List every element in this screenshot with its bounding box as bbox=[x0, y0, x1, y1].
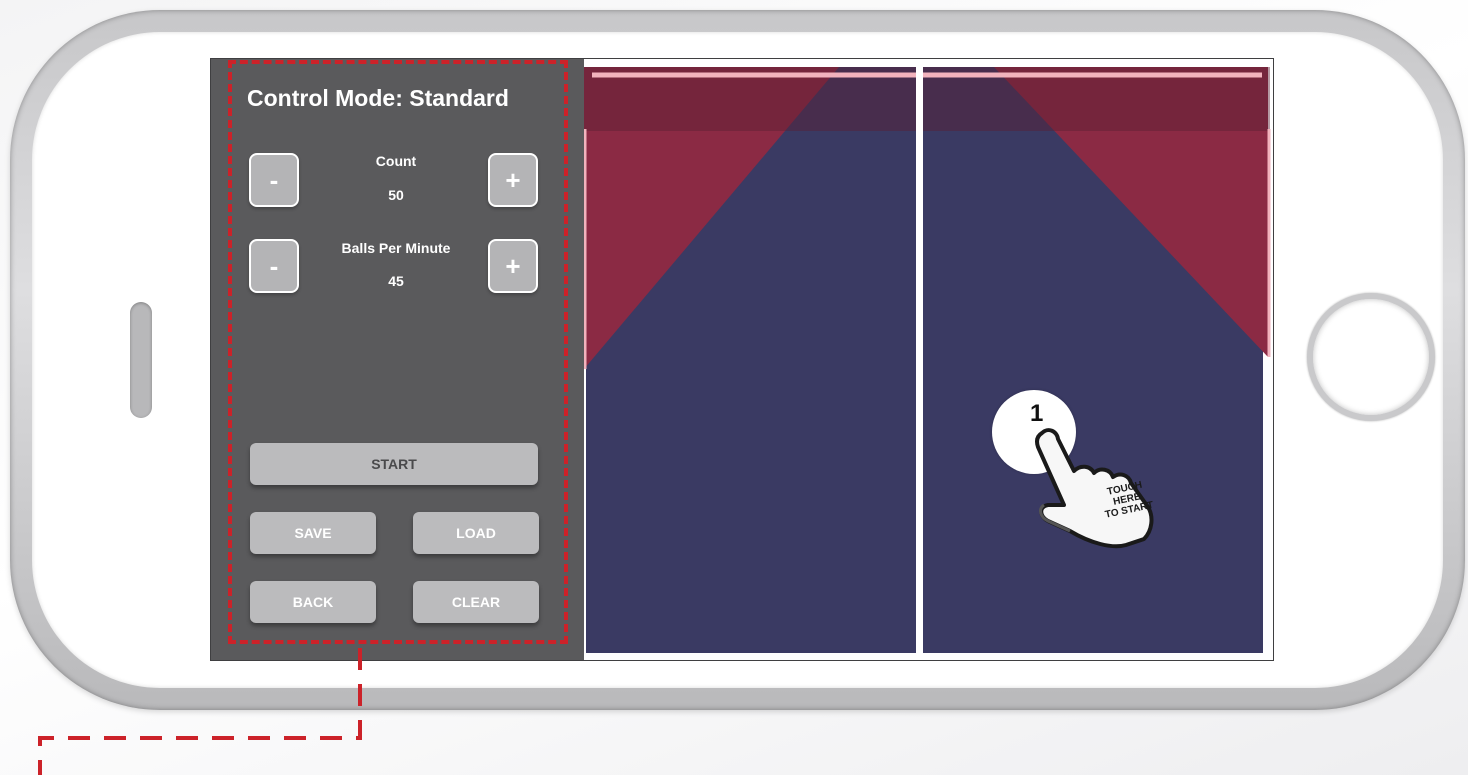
minus-icon: - bbox=[269, 250, 279, 281]
save-button[interactable]: SAVE bbox=[250, 512, 376, 554]
table-court-graphic bbox=[584, 59, 1273, 660]
clear-button[interactable]: CLEAR bbox=[413, 581, 539, 623]
count-decrease-button[interactable]: - bbox=[249, 153, 299, 207]
step-number: 1 bbox=[1030, 400, 1044, 427]
center-line bbox=[916, 59, 923, 660]
count-increase-button[interactable]: + bbox=[488, 153, 538, 207]
home-button[interactable] bbox=[1307, 293, 1435, 421]
plus-icon: + bbox=[505, 164, 521, 195]
phone-speaker bbox=[130, 302, 152, 418]
count-value: 50 bbox=[388, 187, 404, 203]
plus-icon: + bbox=[505, 250, 521, 281]
table-court[interactable] bbox=[584, 59, 1273, 660]
start-button[interactable]: START bbox=[250, 443, 538, 485]
minus-icon: - bbox=[269, 164, 279, 195]
bpm-decrease-button[interactable]: - bbox=[249, 239, 299, 293]
control-panel: Control Mode: Standard - Count 50 + - Ba… bbox=[211, 59, 584, 660]
bpm-label: Balls Per Minute bbox=[341, 240, 451, 256]
app-screen: Control Mode: Standard - Count 50 + - Ba… bbox=[210, 58, 1274, 661]
load-button[interactable]: LOAD bbox=[413, 512, 539, 554]
count-label: Count bbox=[375, 153, 417, 169]
bpm-value: 45 bbox=[388, 273, 404, 289]
back-button[interactable]: BACK bbox=[250, 581, 376, 623]
bpm-increase-button[interactable]: + bbox=[488, 239, 538, 293]
control-mode-title: Control Mode: Standard bbox=[247, 85, 509, 111]
